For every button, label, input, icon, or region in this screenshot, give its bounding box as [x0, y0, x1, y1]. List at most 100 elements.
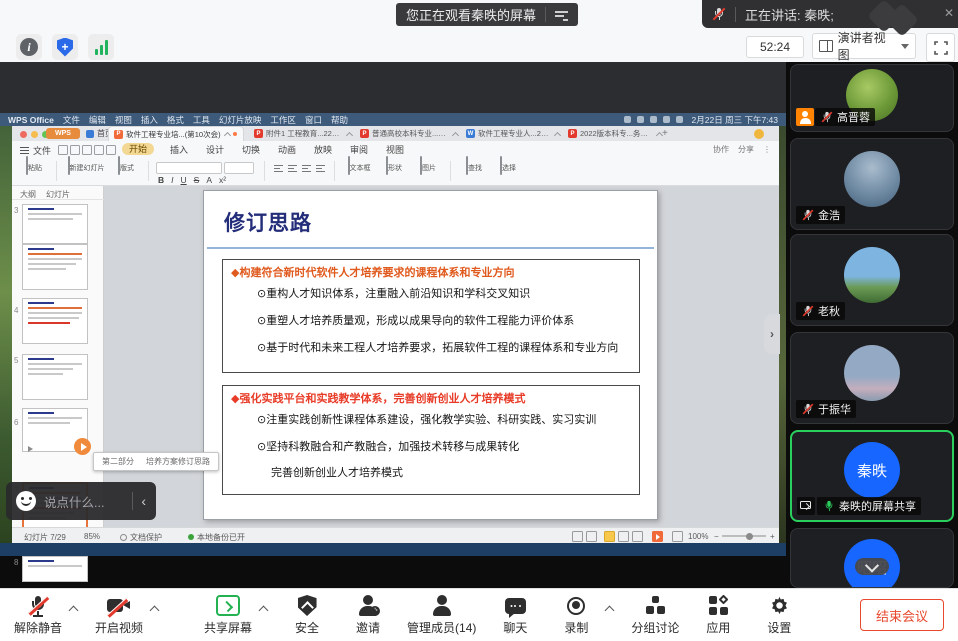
- doc-tab-active[interactable]: P 软件工程专业培...(第10次会): [108, 126, 244, 141]
- chat-placeholder[interactable]: 说点什么...: [44, 492, 124, 511]
- menu-item[interactable]: 帮助: [331, 114, 348, 126]
- unmute-button[interactable]: 解除静音: [14, 595, 62, 636]
- breakout-rooms-button[interactable]: 分组讨论: [631, 595, 679, 636]
- menu-item[interactable]: 工具: [193, 114, 210, 126]
- slide-thumbnail[interactable]: [22, 244, 88, 290]
- slide-canvas[interactable]: 修订思路 ◆构建符合新时代软件人才培养要求的课程体系和专业方向 ⊙重构人才知识体…: [203, 190, 658, 520]
- menu-item[interactable]: 插入: [141, 114, 158, 126]
- apps-button[interactable]: 应用: [696, 595, 740, 636]
- ribbon-tab[interactable]: 动画: [278, 143, 296, 156]
- ribbon-tab[interactable]: 切换: [242, 143, 260, 156]
- participant-tile[interactable]: 高晋蓉: [790, 64, 954, 132]
- comments-icon[interactable]: [586, 531, 597, 542]
- banner-menu-icon[interactable]: [555, 10, 568, 20]
- assistant-icon[interactable]: [754, 129, 764, 139]
- zoom-in-button[interactable]: +: [770, 532, 775, 541]
- wps-logo-tab[interactable]: WPS: [46, 128, 80, 139]
- zoom-out-button[interactable]: −: [714, 532, 719, 541]
- menu-item[interactable]: 视图: [115, 114, 132, 126]
- slideshow-play-button[interactable]: [74, 438, 91, 455]
- align-justify-icon[interactable]: [316, 165, 325, 173]
- slide-thumbnail[interactable]: [22, 556, 88, 582]
- invite-button[interactable]: + 邀请: [346, 595, 390, 636]
- manage-members-button[interactable]: 管理成员(14): [407, 595, 476, 636]
- layout-button[interactable]: 版式: [112, 157, 140, 175]
- slide-thumbnail[interactable]: [22, 204, 88, 244]
- italic-button[interactable]: I: [171, 175, 173, 185]
- backup-status[interactable]: 本地备份已开: [188, 532, 245, 543]
- fit-slide-icon[interactable]: [672, 531, 683, 542]
- find-button[interactable]: 查找: [460, 157, 488, 175]
- ribbon-tab[interactable]: 设计: [206, 143, 224, 156]
- align-right-icon[interactable]: [302, 165, 311, 173]
- select-button[interactable]: 选择: [494, 157, 522, 175]
- align-center-icon[interactable]: [288, 165, 297, 173]
- sidebar-collapse-handle[interactable]: ›: [764, 314, 780, 354]
- emoji-icon[interactable]: [16, 491, 36, 511]
- more-icon[interactable]: [106, 145, 116, 155]
- participant-tile[interactable]: 于振华: [790, 332, 954, 424]
- participant-tile-speaking[interactable]: 秦昳 秦昳的屏幕共享: [790, 430, 954, 522]
- sidebar-scroll-down-button[interactable]: [855, 558, 889, 575]
- start-video-button[interactable]: 开启视频: [95, 595, 143, 636]
- collapse-left-icon[interactable]: ‹: [141, 494, 146, 508]
- normal-view-icon[interactable]: [604, 531, 615, 542]
- slide-thumbnail[interactable]: [22, 298, 88, 344]
- textbox-button[interactable]: 文本框: [344, 157, 374, 175]
- redo-icon[interactable]: [94, 145, 104, 155]
- menu-item[interactable]: 工作区: [270, 114, 296, 126]
- doc-tab[interactable]: W软件工程专业人...230222): [466, 128, 560, 139]
- more-dots-icon[interactable]: ⋮: [763, 145, 771, 154]
- underline-button[interactable]: U: [181, 175, 187, 185]
- paste-button[interactable]: 粘贴: [20, 157, 48, 175]
- chat-quick-input[interactable]: 说点什么... ‹: [6, 482, 156, 520]
- slides-tab[interactable]: 幻灯片: [46, 189, 70, 199]
- video-options-chevron[interactable]: [150, 605, 159, 614]
- ribbon-tab-active[interactable]: 开始: [122, 143, 154, 155]
- ribbon-tab[interactable]: 视图: [386, 143, 404, 156]
- view-mode-dropdown[interactable]: 演讲者视图: [812, 33, 916, 59]
- doc-tab[interactable]: P附件1 工程教育...22版).pdf: [254, 128, 352, 139]
- menu-item[interactable]: 格式: [167, 114, 184, 126]
- participant-tile[interactable]: 金浩: [790, 138, 954, 230]
- image-button[interactable]: 图片: [414, 157, 442, 175]
- slideshow-button[interactable]: [652, 531, 663, 542]
- share-button[interactable]: 分享: [738, 144, 754, 155]
- outline-tab[interactable]: 大纲: [20, 189, 36, 199]
- ribbon-tab[interactable]: 插入: [170, 143, 188, 156]
- zoom-slider-knob[interactable]: [746, 533, 753, 540]
- ribbon-tab[interactable]: 放映: [314, 143, 332, 156]
- save-icon[interactable]: [58, 145, 68, 155]
- close-icon[interactable]: ✕: [944, 7, 954, 19]
- menu-item[interactable]: WPS Office: [8, 115, 54, 125]
- share-screen-button[interactable]: 共享屏幕: [204, 595, 252, 636]
- undo-icon[interactable]: [82, 145, 92, 155]
- zoom-slider[interactable]: [722, 535, 766, 537]
- record-options-chevron[interactable]: [605, 605, 614, 614]
- sorter-view-icon[interactable]: [618, 531, 629, 542]
- menu-item[interactable]: 编辑: [89, 114, 106, 126]
- end-meeting-button[interactable]: 结束会议: [860, 599, 944, 631]
- menu-item[interactable]: 文件: [63, 114, 80, 126]
- file-menu[interactable]: 文件: [20, 144, 51, 157]
- font-size-select[interactable]: [224, 162, 254, 174]
- mic-options-chevron[interactable]: [69, 605, 78, 614]
- ribbon-tab[interactable]: 审阅: [350, 143, 368, 156]
- font-color-button[interactable]: A: [206, 175, 212, 185]
- window-traffic-lights[interactable]: [20, 131, 49, 138]
- network-status-button[interactable]: [88, 34, 114, 60]
- record-button[interactable]: 录制: [554, 595, 598, 636]
- menu-item[interactable]: 幻灯片放映: [219, 114, 262, 126]
- meeting-info-button[interactable]: i: [16, 34, 42, 60]
- notes-icon[interactable]: [572, 531, 583, 542]
- share-options-chevron[interactable]: [259, 605, 268, 614]
- participant-tile[interactable]: 老秋: [790, 234, 954, 326]
- bold-button[interactable]: B: [158, 175, 164, 185]
- menu-item[interactable]: 窗口: [305, 114, 322, 126]
- new-slide-button[interactable]: 新建幻灯片: [64, 157, 108, 175]
- strike-button[interactable]: S: [194, 175, 200, 185]
- chat-button[interactable]: 聊天: [493, 595, 537, 636]
- security-status-button[interactable]: +: [52, 34, 78, 60]
- doc-tab[interactable]: P2022版本科专...务任务书.pdf: [568, 128, 662, 139]
- print-icon[interactable]: [70, 145, 80, 155]
